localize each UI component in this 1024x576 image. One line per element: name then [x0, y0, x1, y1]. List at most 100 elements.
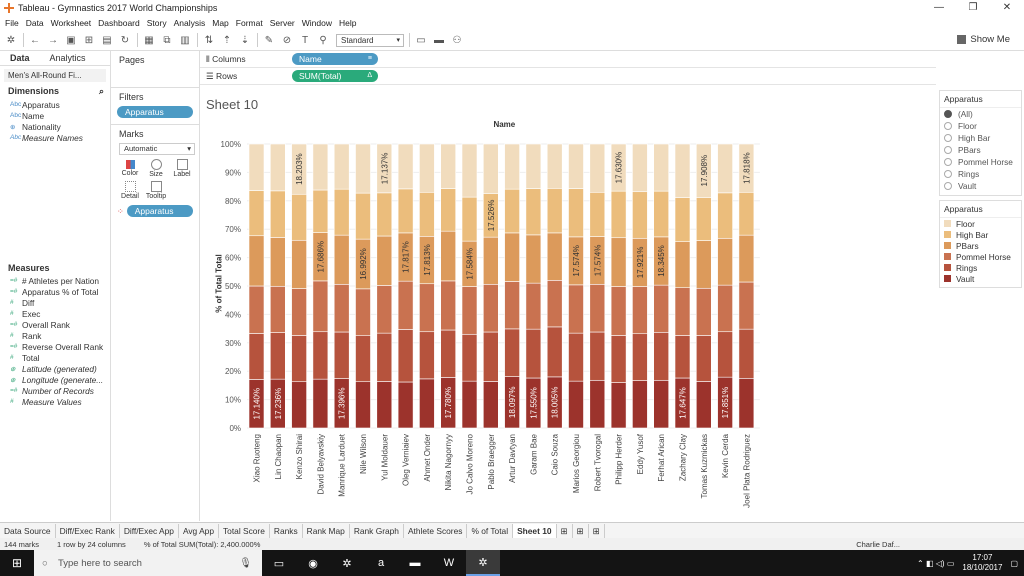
bar-segment-high-bar[interactable]	[270, 190, 286, 238]
volume-icon[interactable]: ◁)	[936, 559, 945, 568]
bar-segment-pommel-horse[interactable]	[610, 286, 627, 336]
fit-select[interactable]: Standard ▾	[336, 33, 404, 47]
bar-segment-rings[interactable]	[653, 331, 670, 381]
field-latitude-generated-[interactable]: ⊕ Latitude (generated)	[0, 363, 110, 374]
filter-option-pbars[interactable]: PBars	[940, 144, 1021, 156]
bar-segment-rings[interactable]	[525, 328, 542, 379]
bar-segment-rings[interactable]	[546, 326, 563, 378]
windows-start-icon[interactable]: ⊞	[0, 556, 34, 570]
field-measure-values[interactable]: # Measure Values	[0, 396, 110, 407]
presentation-icon[interactable]: ▬	[432, 33, 446, 47]
new-dashboard-icon[interactable]: ⊞	[573, 524, 589, 538]
redo-icon[interactable]: →	[46, 33, 60, 47]
bar-segment-pbars[interactable]	[482, 236, 499, 285]
battery-icon[interactable]: ▭	[947, 559, 955, 568]
bar-segment-pommel-horse[interactable]	[525, 282, 542, 330]
field-total[interactable]: # Total	[0, 352, 110, 363]
new-sheet-icon[interactable]: ⊞	[557, 524, 573, 538]
labels-icon[interactable]: T	[298, 33, 312, 47]
bar-segment-vault[interactable]	[355, 381, 371, 429]
bar-segment-high-bar[interactable]	[568, 188, 584, 238]
bar-segment-floor[interactable]	[397, 143, 414, 190]
bar-segment-high-bar[interactable]	[355, 192, 371, 240]
bar-segment-high-bar[interactable]	[248, 190, 265, 237]
field-reverse-overall-rank[interactable]: =# Reverse Overall Rank	[0, 341, 110, 352]
bar-segment-pommel-horse[interactable]	[568, 284, 584, 334]
color-button[interactable]: Color	[117, 157, 143, 179]
datasource-item[interactable]: Men's All-Round Fi...	[4, 69, 106, 82]
field-rank[interactable]: # Rank	[0, 330, 110, 341]
bar-segment-high-bar[interactable]	[419, 191, 435, 237]
bar-segment-floor[interactable]	[568, 143, 584, 189]
bar-segment-pommel-horse[interactable]	[397, 280, 414, 330]
menu-dashboard[interactable]: Dashboard	[98, 18, 140, 28]
filter-option-floor[interactable]: Floor	[940, 120, 1021, 132]
field-exec[interactable]: # Exec	[0, 308, 110, 319]
sheet-tab-athlete-scores[interactable]: Athlete Scores	[404, 524, 468, 538]
sheet-tab-data-source[interactable]: Data Source	[0, 524, 56, 538]
legend-item-vault[interactable]: Vault	[940, 273, 1021, 284]
bar-segment-high-bar[interactable]	[397, 188, 414, 234]
sheet-tab-of-total[interactable]: % of Total	[467, 524, 514, 538]
bar-segment-rings[interactable]	[376, 332, 393, 382]
show-cards-icon[interactable]: ▭	[414, 33, 428, 47]
word-icon[interactable]: W	[432, 550, 466, 576]
menu-window[interactable]: Window	[302, 18, 332, 28]
sheet-tab-sheet-10[interactable]: Sheet 10	[513, 524, 557, 538]
file-explorer-icon[interactable]: ▬	[398, 550, 432, 576]
legend-item-high-bar[interactable]: High Bar	[940, 229, 1021, 240]
bar-segment-high-bar[interactable]	[653, 190, 670, 238]
bar-segment-rings[interactable]	[397, 329, 414, 383]
sheet-tab-diff-exec-app[interactable]: Diff/Exec App	[120, 524, 179, 538]
field--athletes-per-nation[interactable]: =# # Athletes per Nation	[0, 275, 110, 286]
bar-segment-pommel-horse[interactable]	[376, 285, 393, 334]
minimize-button[interactable]: —	[922, 0, 956, 16]
bar-segment-pommel-horse[interactable]	[291, 288, 307, 336]
rows-pill-sum-total[interactable]: SUM(Total) Δ	[292, 70, 378, 82]
swap-icon[interactable]: ⇅	[202, 33, 216, 47]
field-apparatus[interactable]: Abc Apparatus	[0, 99, 110, 110]
bar-segment-pommel-horse[interactable]	[695, 287, 712, 336]
fix-axes-icon[interactable]: ⚲	[316, 33, 330, 47]
bar-segment-pbars[interactable]	[546, 232, 563, 281]
show-me-button[interactable]: Show Me	[957, 34, 1010, 45]
bar-segment-pbars[interactable]	[248, 235, 265, 287]
bar-segment-floor[interactable]	[653, 143, 670, 192]
refresh-icon[interactable]: ↻	[118, 33, 132, 47]
bar-segment-high-bar[interactable]	[695, 197, 712, 241]
bar-segment-pommel-horse[interactable]	[312, 280, 329, 333]
bar-segment-floor[interactable]	[333, 143, 350, 190]
bar-segment-pommel-horse[interactable]	[738, 281, 755, 330]
taskbar-clock[interactable]: 17:07 18/10/2017	[962, 553, 1002, 573]
filter-option-rings[interactable]: Rings	[940, 168, 1021, 180]
bar-segment-rings[interactable]	[291, 335, 307, 383]
mark-type-select[interactable]: Automatic ▾	[119, 143, 195, 155]
bar-segment-floor[interactable]	[589, 143, 606, 193]
bar-segment-floor[interactable]	[440, 143, 456, 189]
app-a-icon[interactable]: a	[364, 550, 398, 576]
bar-segment-high-bar[interactable]	[738, 191, 755, 236]
task-view-icon[interactable]: ▭	[262, 550, 296, 576]
share-icon[interactable]: ⚇	[450, 33, 464, 47]
bar-segment-high-bar[interactable]	[525, 188, 542, 236]
bar-segment-pommel-horse[interactable]	[440, 280, 456, 331]
bar-segment-pommel-horse[interactable]	[461, 286, 478, 335]
tooltip-button[interactable]: Tooltip	[143, 179, 169, 201]
bar-segment-vault[interactable]	[738, 377, 755, 429]
bar-segment-rings[interactable]	[589, 331, 606, 381]
bar-segment-pbars[interactable]	[695, 240, 712, 289]
bar-segment-high-bar[interactable]	[632, 191, 648, 239]
bar-segment-floor[interactable]	[525, 143, 542, 189]
menu-map[interactable]: Map	[212, 18, 229, 28]
maximize-button[interactable]: ❐	[956, 0, 990, 16]
bar-segment-floor[interactable]	[632, 143, 648, 193]
bar-segment-pommel-horse[interactable]	[482, 283, 499, 333]
undo-icon[interactable]: ←	[28, 33, 42, 47]
bar-segment-rings[interactable]	[695, 335, 712, 382]
bar-segment-high-bar[interactable]	[674, 197, 691, 242]
menu-analysis[interactable]: Analysis	[174, 18, 206, 28]
tableau-active-icon[interactable]: ✲	[466, 550, 500, 576]
bar-segment-floor[interactable]	[461, 143, 478, 198]
bar-segment-pommel-horse[interactable]	[419, 283, 435, 333]
bar-segment-vault[interactable]	[461, 380, 478, 429]
